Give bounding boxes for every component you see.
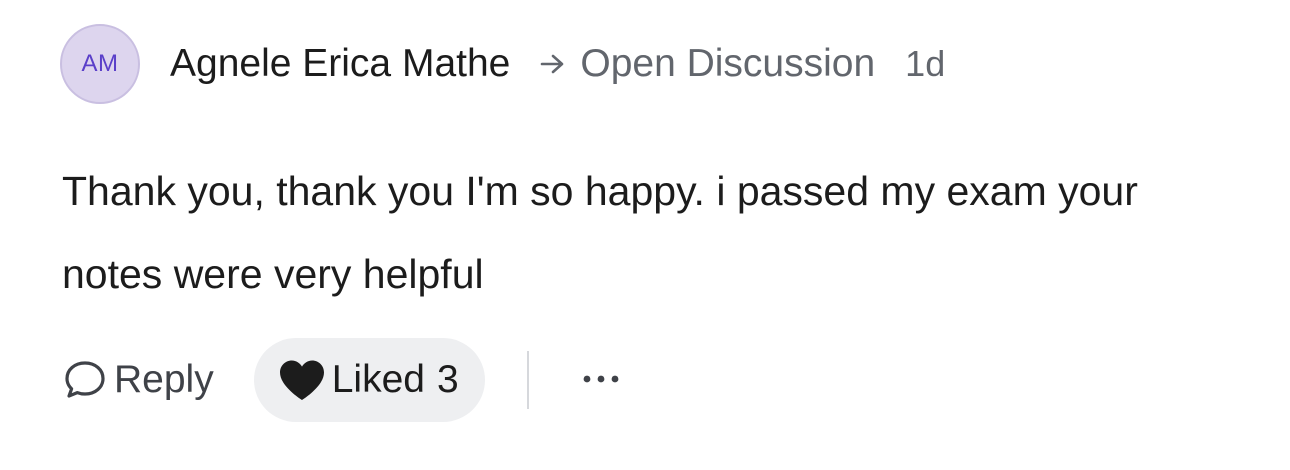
- actions-divider: [526, 351, 529, 409]
- reply-label: Reply: [114, 358, 214, 401]
- like-label: Liked: [331, 358, 425, 401]
- reply-button[interactable]: Reply: [60, 338, 214, 422]
- post-body: Thank you, thank you I'm so happy. i pas…: [62, 168, 1138, 297]
- post-timestamp: 1d: [905, 43, 946, 84]
- more-options-button[interactable]: [577, 356, 625, 404]
- space-link[interactable]: Open Discussion: [580, 42, 875, 86]
- avatar-initials: AM: [81, 50, 119, 77]
- author-name[interactable]: Agnele Erica Mathe: [170, 42, 510, 86]
- post-actions: Reply Liked 3: [60, 338, 625, 422]
- post-header: AM Agnele Erica Mathe Open Discussion 1d: [60, 22, 945, 106]
- more-horizontal-icon: [581, 371, 621, 389]
- avatar[interactable]: AM: [60, 24, 140, 104]
- comment-post: AM Agnele Erica Mathe Open Discussion 1d…: [0, 0, 1290, 470]
- like-button[interactable]: Liked 3: [253, 338, 485, 422]
- arrow-right-icon: [538, 49, 568, 79]
- heart-filled-icon: [276, 357, 328, 403]
- speech-bubble-icon: [60, 355, 110, 405]
- like-count: 3: [436, 358, 459, 401]
